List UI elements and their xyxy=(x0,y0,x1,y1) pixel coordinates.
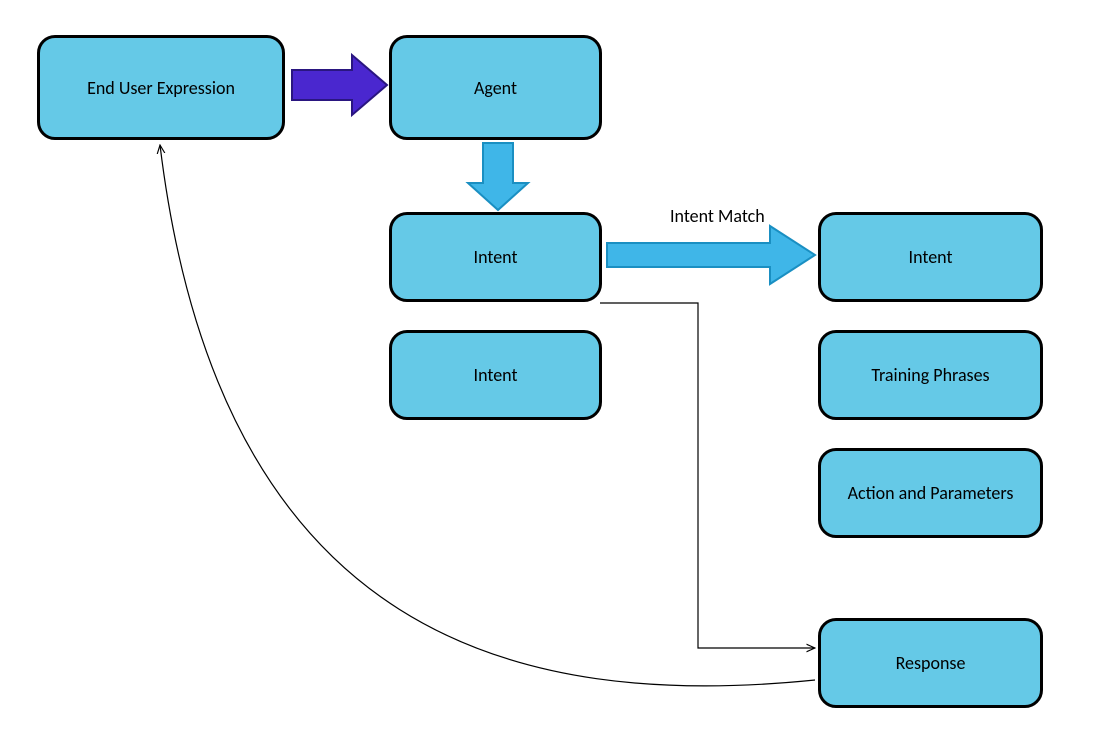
node-label: Action and Parameters xyxy=(848,482,1014,504)
node-label: Agent xyxy=(474,77,517,99)
node-training-phrases: Training Phrases xyxy=(818,330,1043,420)
node-intent-bottom: Intent xyxy=(389,330,602,420)
node-agent: Agent xyxy=(389,35,602,140)
diagram-canvas: End User Expression Agent Intent Intent … xyxy=(0,0,1104,742)
edge-label-intent-match: Intent Match xyxy=(670,205,765,227)
arrow-intent-match xyxy=(607,226,815,284)
node-label: End User Expression xyxy=(87,77,235,99)
arrow-end-user-to-agent xyxy=(292,55,387,115)
node-label: Intent xyxy=(474,246,518,268)
node-label: Response xyxy=(896,652,966,674)
node-label: Training Phrases xyxy=(871,364,989,386)
connector-intent-to-response xyxy=(600,303,815,648)
node-label: Intent xyxy=(909,246,953,268)
node-end-user-expression: End User Expression xyxy=(37,35,285,140)
node-intent-right: Intent xyxy=(818,212,1043,302)
node-response: Response xyxy=(818,618,1043,708)
node-label: Intent xyxy=(474,364,518,386)
node-action-parameters: Action and Parameters xyxy=(818,448,1043,538)
node-intent-top: Intent xyxy=(389,212,602,302)
arrow-agent-to-intent xyxy=(468,143,528,210)
